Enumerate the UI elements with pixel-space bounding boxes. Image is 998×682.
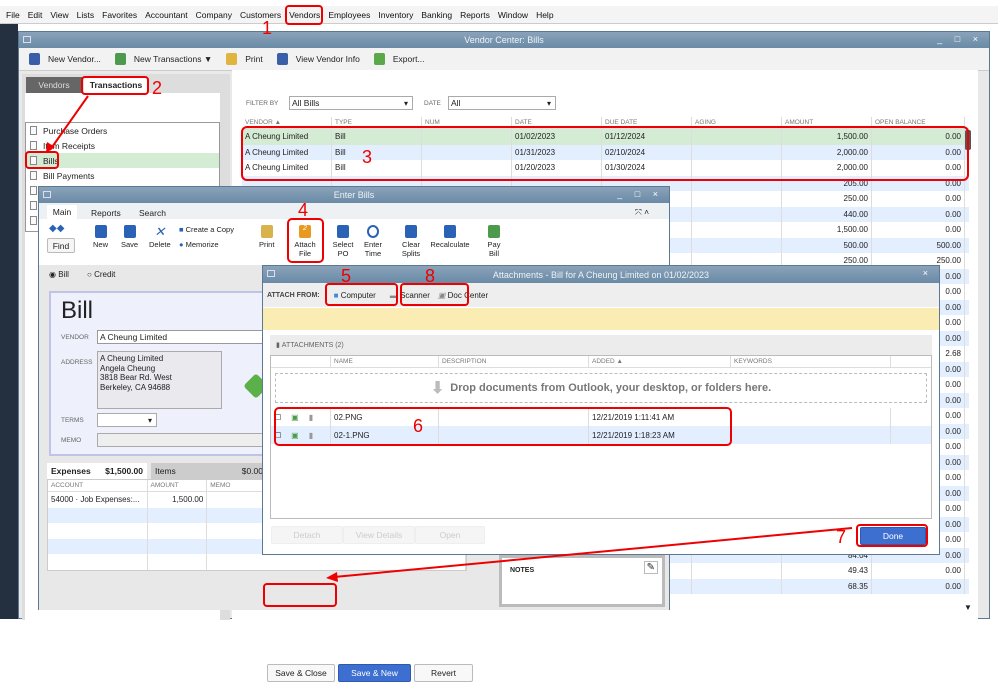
annotation-number: 4 [298,200,308,220]
annotation-box-scanner [400,283,469,306]
annotation-number: 8 [425,266,435,286]
annotation-box-attach-file [287,218,324,263]
annotation-box-computer [325,283,398,306]
arrow-head-icon [326,572,338,582]
annotation-arrow-1 [49,95,89,151]
revert-button[interactable]: Revert [414,664,473,682]
annotation-number: 7 [836,527,846,547]
annotation-number: 5 [341,266,351,286]
annotation-number: 3 [362,147,372,167]
annotation-box-bill-rows [241,126,969,181]
annotation-box-done [856,524,928,547]
annotation-arrow-2 [333,527,853,578]
save-close-button[interactable]: Save & Close [267,664,335,682]
save-new-button[interactable]: Save & New [338,664,411,682]
annotation-box-save-close [263,583,337,607]
annotation-box-transactions-tab [81,76,149,95]
annotation-box-files [274,407,732,446]
annotation-box-vendors-menu [285,5,323,25]
annotation-number: 2 [152,78,162,98]
annotation-number: 6 [413,416,423,436]
annotation-overlay: 1 2 3 4 5 6 7 8 [25,5,969,607]
annotation-number: 1 [262,18,272,38]
annotation-box-bills [25,151,59,169]
